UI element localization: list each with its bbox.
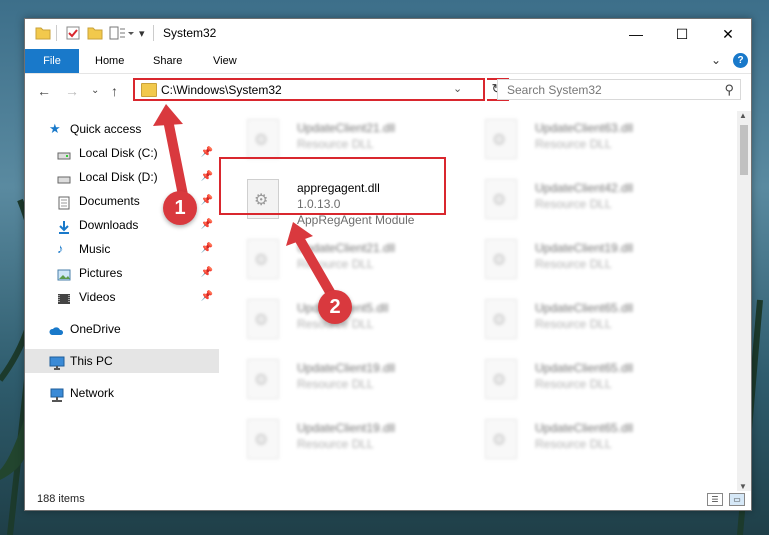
- callout-step-2: 2: [318, 290, 352, 324]
- annotation-arrows: [153, 104, 335, 297]
- callout-step-1: 1: [163, 191, 197, 225]
